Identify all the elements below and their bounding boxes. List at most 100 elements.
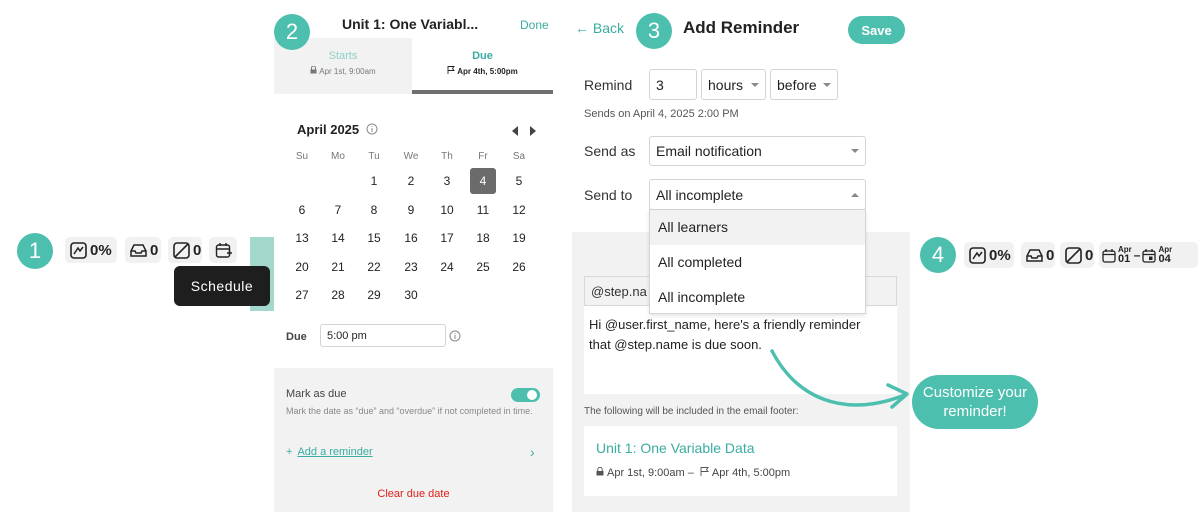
- calendar-icon: [1102, 248, 1116, 263]
- calendar-day-selected[interactable]: 4: [470, 168, 496, 194]
- remind-unit-select[interactable]: hours: [701, 69, 766, 100]
- calendar-day[interactable]: 28: [325, 282, 351, 308]
- send-to-select[interactable]: All incomplete: [649, 179, 866, 210]
- calendar-day[interactable]: 1: [361, 168, 387, 194]
- lock-icon: [596, 466, 604, 479]
- footer-card: Unit 1: One Variable Data Apr 1st, 9:00a…: [584, 426, 897, 496]
- calendar-due-icon: [1142, 248, 1157, 263]
- inbox-count: 0: [1046, 246, 1055, 264]
- option-all-completed[interactable]: All completed: [650, 245, 865, 280]
- calendar-day[interactable]: 7: [325, 197, 351, 223]
- tab-due-date: Apr 4th, 5:00pm: [457, 66, 518, 76]
- calendar-day[interactable]: 14: [325, 225, 351, 251]
- tab-due[interactable]: Due Apr 4th, 5:00pm: [412, 38, 553, 94]
- inbox-chip[interactable]: 0: [125, 237, 161, 263]
- late-chip[interactable]: 0: [168, 237, 202, 263]
- next-month-button[interactable]: [529, 123, 537, 141]
- remind-relation-select[interactable]: before: [770, 69, 838, 100]
- date-range-dash: –: [1133, 248, 1141, 262]
- step-number: 4: [931, 242, 945, 267]
- calendar-day[interactable]: 20: [289, 254, 315, 280]
- late-count: 0: [1085, 246, 1094, 264]
- subject-value: @step.na: [591, 284, 647, 299]
- schedule-panel: Unit 1: One Variabl... Done Starts Apr 1…: [274, 0, 553, 512]
- calendar-day[interactable]: 10: [434, 197, 460, 223]
- calendar-day[interactable]: 2: [398, 168, 424, 194]
- calendar-day[interactable]: 6: [289, 197, 315, 223]
- calendar-day[interactable]: 27: [289, 282, 315, 308]
- save-label: Save: [861, 22, 892, 38]
- schedule-tooltip: Schedule: [174, 266, 270, 306]
- weekday-header: Fr: [478, 151, 488, 162]
- calendar-day[interactable]: 15: [361, 225, 387, 251]
- late-chip[interactable]: 0: [1060, 242, 1094, 268]
- calendar-day[interactable]: 3: [434, 168, 460, 194]
- footer-start-date: Apr 1st, 9:00am –: [607, 467, 697, 479]
- calendar-day[interactable]: 8: [361, 197, 387, 223]
- calendar-day[interactable]: 5: [506, 168, 532, 194]
- inbox-count: 0: [150, 241, 159, 259]
- step-number: 3: [647, 18, 661, 43]
- remind-amount-input[interactable]: 3: [649, 69, 697, 100]
- footer-title: Unit 1: One Variable Data: [596, 440, 755, 456]
- calendar-day[interactable]: 13: [289, 225, 315, 251]
- prev-month-button[interactable]: [511, 123, 519, 141]
- calendar-day[interactable]: 17: [434, 225, 460, 251]
- calendar-day[interactable]: 25: [470, 254, 496, 280]
- flag-icon: [447, 66, 456, 76]
- footer-due-date: Apr 4th, 5:00pm: [711, 467, 791, 479]
- reminder-title: Add Reminder: [683, 18, 800, 37]
- mark-as-due-toggle[interactable]: [511, 388, 540, 402]
- calendar-day[interactable]: 23: [398, 254, 424, 280]
- late-icon: [173, 241, 190, 259]
- calendar-day[interactable]: 29: [361, 282, 387, 308]
- calendar-day[interactable]: 24: [434, 254, 460, 280]
- tab-due-label: Due: [472, 50, 493, 62]
- progress-chip[interactable]: 0%: [964, 242, 1014, 268]
- calendar-day[interactable]: 30: [398, 282, 424, 308]
- due-time-input[interactable]: 5:00 pm: [320, 324, 446, 347]
- save-button[interactable]: Save: [848, 16, 905, 44]
- weekday-header: Su: [295, 151, 309, 162]
- due-info-icon: [449, 329, 461, 347]
- step-number: 2: [285, 19, 299, 44]
- calendar-day[interactable]: 26: [506, 254, 532, 280]
- message-line-1: Hi @user.first_name, here's a friendly r…: [589, 317, 861, 332]
- add-reminder-link[interactable]: + Add a reminder: [286, 446, 373, 458]
- done-button[interactable]: Done: [520, 18, 549, 32]
- calendar-day[interactable]: 9: [398, 197, 424, 223]
- step-1-badge: 1: [17, 233, 53, 269]
- calendar-day[interactable]: 16: [398, 225, 424, 251]
- callout-bubble: Customize your reminder!: [912, 375, 1038, 429]
- remind-relation-value: before: [777, 76, 817, 93]
- send-as-select[interactable]: Email notification: [649, 136, 866, 166]
- calendar-day[interactable]: 12: [506, 197, 532, 223]
- due-options-section: Mark as due Mark the date as “due” and “…: [274, 368, 553, 512]
- late-count: 0: [193, 241, 202, 259]
- calendar-day[interactable]: 21: [325, 254, 351, 280]
- calendar-plus-icon: [215, 242, 232, 259]
- clear-due-date-button[interactable]: Clear due date: [274, 488, 553, 500]
- calendar-day[interactable]: 11: [470, 197, 496, 223]
- back-button[interactable]: ← Back: [575, 20, 624, 36]
- calendar-day[interactable]: 18: [470, 225, 496, 251]
- weekday-header: Tu: [368, 151, 380, 162]
- inbox-icon: [1026, 248, 1043, 263]
- option-all-incomplete[interactable]: All incomplete: [650, 280, 865, 315]
- progress-value: 0%: [90, 241, 112, 259]
- mark-as-due-help: Mark the date as “due” and “overdue” if …: [286, 406, 533, 416]
- remind-label: Remind: [584, 77, 633, 93]
- option-all-learners[interactable]: All learners: [650, 210, 865, 245]
- calendar-day[interactable]: 19: [506, 225, 532, 251]
- lock-icon: [310, 65, 317, 76]
- step-2-badge: 2: [274, 14, 310, 50]
- schedule-button[interactable]: [209, 237, 237, 263]
- send-as-value: Email notification: [656, 143, 762, 159]
- calendar-day[interactable]: 22: [361, 254, 387, 280]
- plus-icon: +: [286, 446, 293, 458]
- send-to-value: All incomplete: [656, 186, 744, 203]
- inbox-chip[interactable]: 0: [1021, 242, 1055, 268]
- schedule-chip[interactable]: Apr 01 – Apr 04: [1099, 242, 1198, 268]
- progress-chip[interactable]: 0%: [65, 237, 117, 263]
- flag-icon: [700, 467, 709, 479]
